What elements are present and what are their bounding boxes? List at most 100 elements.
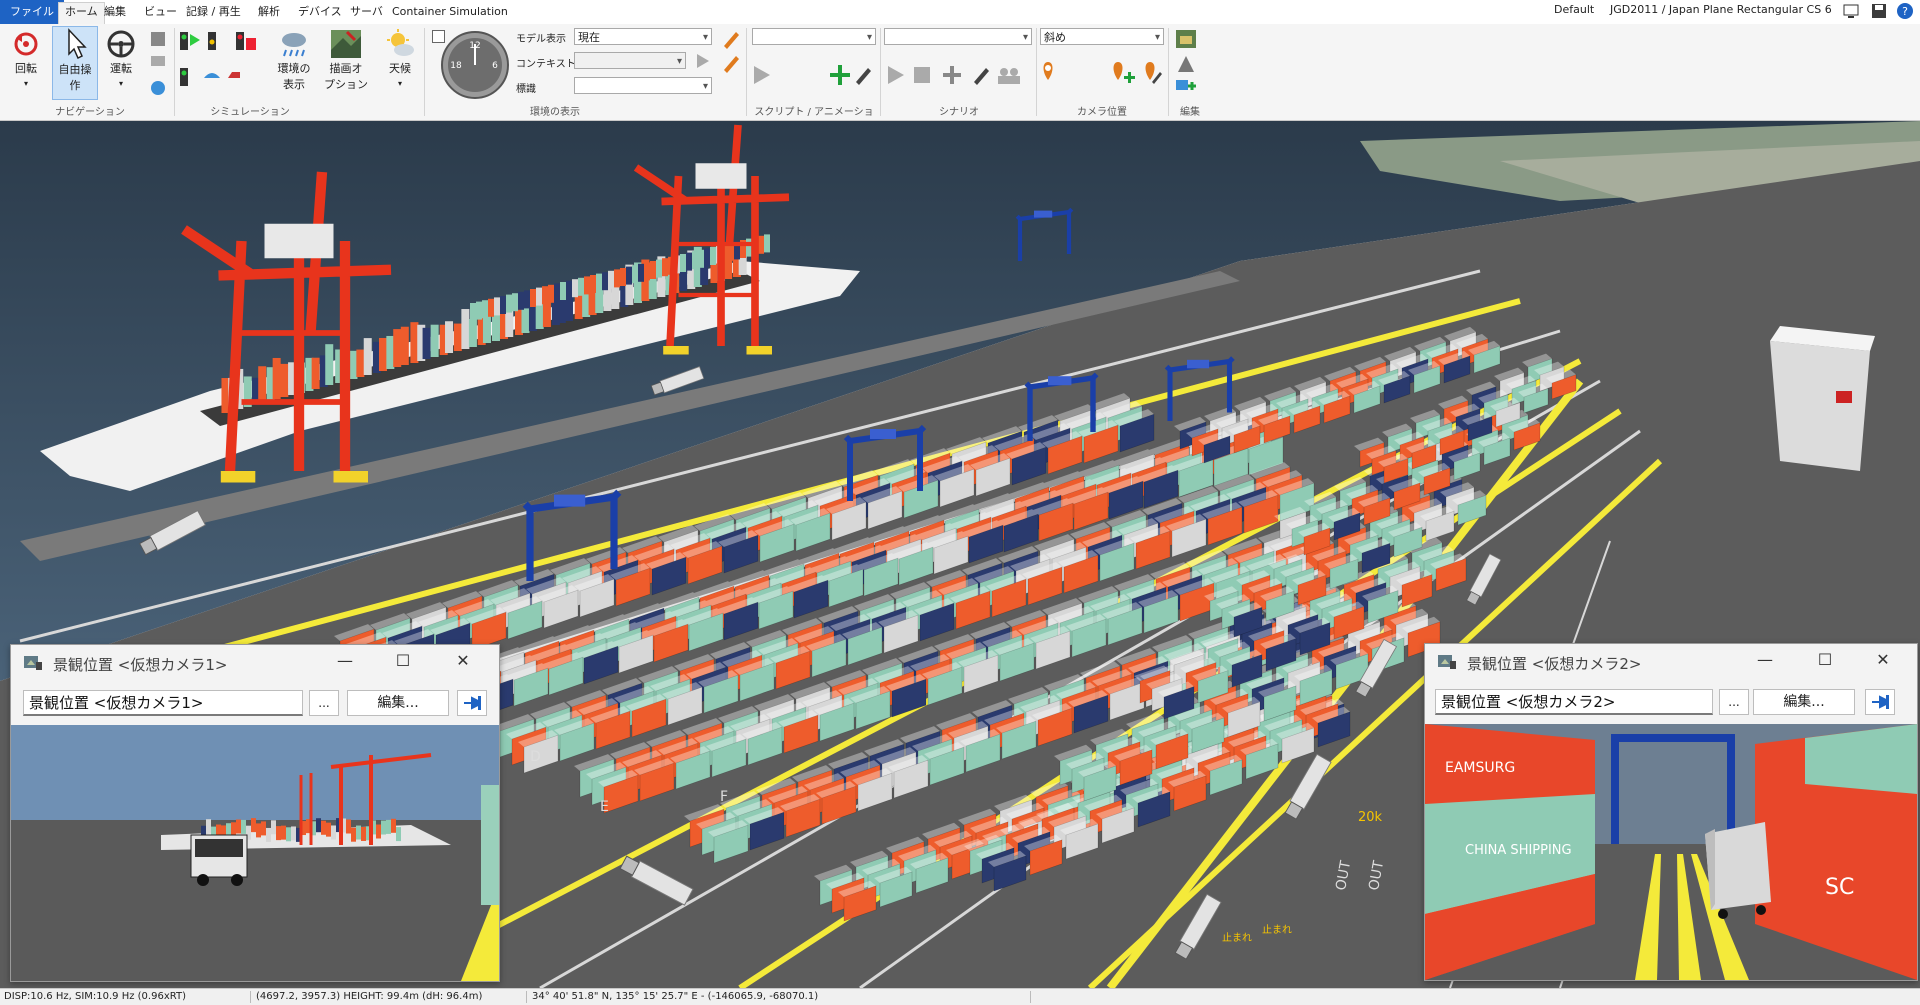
- context-select[interactable]: [574, 52, 686, 70]
- save-icon[interactable]: [1870, 2, 1888, 20]
- crs-name[interactable]: JGD2011 / Japan Plane Rectangular CS 6: [1610, 3, 1832, 16]
- context-label: コンテキスト: [516, 59, 576, 70]
- gate-building: [1770, 326, 1875, 471]
- ship-container: [231, 822, 236, 837]
- tab-record-play[interactable]: 記録 / 再生: [180, 3, 247, 21]
- rotate-button[interactable]: 回転 ▾: [8, 28, 44, 89]
- draw-label-1: 描画オ: [329, 62, 363, 75]
- crane-cabin: [264, 223, 334, 259]
- ship-container: [524, 290, 530, 309]
- help-icon[interactable]: ?: [1896, 2, 1914, 20]
- clock-18: 18: [450, 61, 462, 71]
- ship-container: [393, 329, 402, 367]
- ship-container: [758, 235, 764, 254]
- camera-2-field[interactable]: 景観位置 <仮想カメラ2>: [1435, 689, 1713, 715]
- edit-tools-icons[interactable]: [1172, 28, 1202, 98]
- ship-container: [746, 238, 752, 257]
- maximize-button[interactable]: ☐: [389, 651, 417, 670]
- scenario-tools-icons[interactable]: [884, 62, 1034, 88]
- svg-text:?: ?: [1902, 5, 1908, 18]
- scenario-select[interactable]: [884, 28, 1032, 46]
- camera-window-2[interactable]: 景観位置 <仮想カメラ2> — ☐ ✕ 景観位置 <仮想カメラ2> ... 編集…: [1424, 643, 1918, 981]
- script-select[interactable]: [752, 28, 876, 46]
- ship-container: [506, 294, 512, 313]
- camera-window-1[interactable]: 景観位置 <仮想カメラ1> — ☐ ✕ 景観位置 <仮想カメラ1> ... 編集…: [10, 644, 500, 982]
- tab-view[interactable]: ビュー: [138, 3, 183, 21]
- tab-device[interactable]: デバイス: [292, 3, 348, 21]
- camera-1-browse-button[interactable]: ...: [309, 690, 339, 716]
- lane-label-d: D: [530, 749, 541, 765]
- env-label-2: 表示: [283, 78, 305, 91]
- file-menu[interactable]: ファイル: [0, 0, 64, 24]
- ship-container: [346, 819, 351, 834]
- ship-container: [521, 306, 530, 333]
- landscape-draw-icon: [331, 30, 361, 58]
- ship-container: [638, 263, 644, 282]
- profile-name[interactable]: Default: [1554, 3, 1594, 16]
- ship-container: [662, 258, 668, 277]
- ship-container: [386, 335, 395, 369]
- camera-1-pin-button[interactable]: [457, 690, 487, 716]
- pencil-icons[interactable]: [720, 28, 742, 74]
- drive-button[interactable]: 運転 ▾: [102, 28, 140, 89]
- camera-2-pin-button[interactable]: [1865, 689, 1895, 715]
- ship-container: [566, 280, 572, 299]
- free-operation-button[interactable]: 自由操 作: [52, 26, 98, 100]
- tab-analysis[interactable]: 解析: [252, 3, 286, 21]
- ship-container: [505, 310, 514, 337]
- close-button[interactable]: ✕: [449, 651, 477, 670]
- draw-label-2: プション: [324, 78, 368, 91]
- close-button[interactable]: ✕: [1869, 650, 1897, 669]
- cursor-icon: [68, 28, 87, 60]
- minimize-button[interactable]: —: [331, 651, 359, 670]
- status-bar: DISP:10.6 Hz, SIM:10.9 Hz (0.96xRT) (469…: [0, 988, 1920, 1005]
- ship-container: [494, 297, 500, 316]
- draw-options-button[interactable]: 描画オ プション: [324, 28, 368, 92]
- camera-window-1-titlebar[interactable]: 景観位置 <仮想カメラ1> — ☐ ✕: [11, 645, 499, 681]
- camera-tools-icons[interactable]: [1040, 60, 1164, 92]
- model-display-label: モデル表示: [516, 34, 566, 45]
- camera-2-view[interactable]: EAMSURG CHINA SHIPPING SC: [1425, 724, 1917, 980]
- environment-display-button[interactable]: 環境の 表示: [272, 28, 316, 92]
- ship-container: [620, 268, 626, 286]
- script-tools-icons[interactable]: [752, 62, 876, 88]
- navigation-group-label: ナビゲーション: [55, 107, 125, 118]
- weather-button[interactable]: 天候 ▾: [380, 28, 420, 89]
- ship-container: [602, 272, 608, 291]
- model-display-select[interactable]: 現在: [574, 28, 712, 46]
- pin-icon: [1872, 695, 1889, 709]
- minimize-button[interactable]: —: [1751, 650, 1779, 669]
- ship-container: [453, 323, 462, 351]
- crane-bogie: [333, 471, 368, 483]
- maximize-button[interactable]: ☐: [1811, 650, 1839, 669]
- camera-1-field[interactable]: 景観位置 <仮想カメラ1>: [23, 690, 303, 716]
- ship-container: [680, 254, 686, 272]
- ship-container: [461, 309, 470, 349]
- gantry-trolley: [1048, 376, 1072, 386]
- camera-1-edit-button[interactable]: 編集...: [347, 690, 449, 716]
- crane-bogie: [746, 346, 772, 355]
- clock-dial[interactable]: 12 6 18: [440, 30, 510, 100]
- nav-small-tools-icon[interactable]: [148, 30, 170, 100]
- simulation-group-label: シミュレーション: [210, 107, 290, 118]
- camera-2-browse-button[interactable]: ...: [1719, 689, 1749, 715]
- scenario-group-label: シナリオ: [939, 107, 979, 118]
- monitor-icon[interactable]: [1842, 2, 1860, 20]
- camera-window-2-titlebar[interactable]: 景観位置 <仮想カメラ2> — ☐ ✕: [1425, 644, 1917, 680]
- traffic-signal-icons[interactable]: [178, 28, 268, 98]
- camera-1-view[interactable]: [11, 725, 499, 981]
- ship-container: [644, 262, 650, 281]
- camera-select[interactable]: 斜め: [1040, 28, 1164, 46]
- camera-2-render: EAMSURG CHINA SHIPPING SC: [1425, 724, 1917, 980]
- ship-container: [396, 827, 401, 842]
- ship-container: [704, 248, 710, 267]
- play-context-icon[interactable]: [694, 52, 712, 70]
- tab-edit[interactable]: 編集: [98, 3, 132, 21]
- sign-label: 標識: [516, 84, 536, 95]
- camera-2-edit-button[interactable]: 編集...: [1753, 689, 1855, 715]
- ship-container: [378, 337, 387, 371]
- ship-container: [331, 825, 336, 840]
- tab-server[interactable]: サーバ: [344, 3, 389, 21]
- ship-container: [361, 826, 366, 841]
- sign-select[interactable]: [574, 77, 712, 95]
